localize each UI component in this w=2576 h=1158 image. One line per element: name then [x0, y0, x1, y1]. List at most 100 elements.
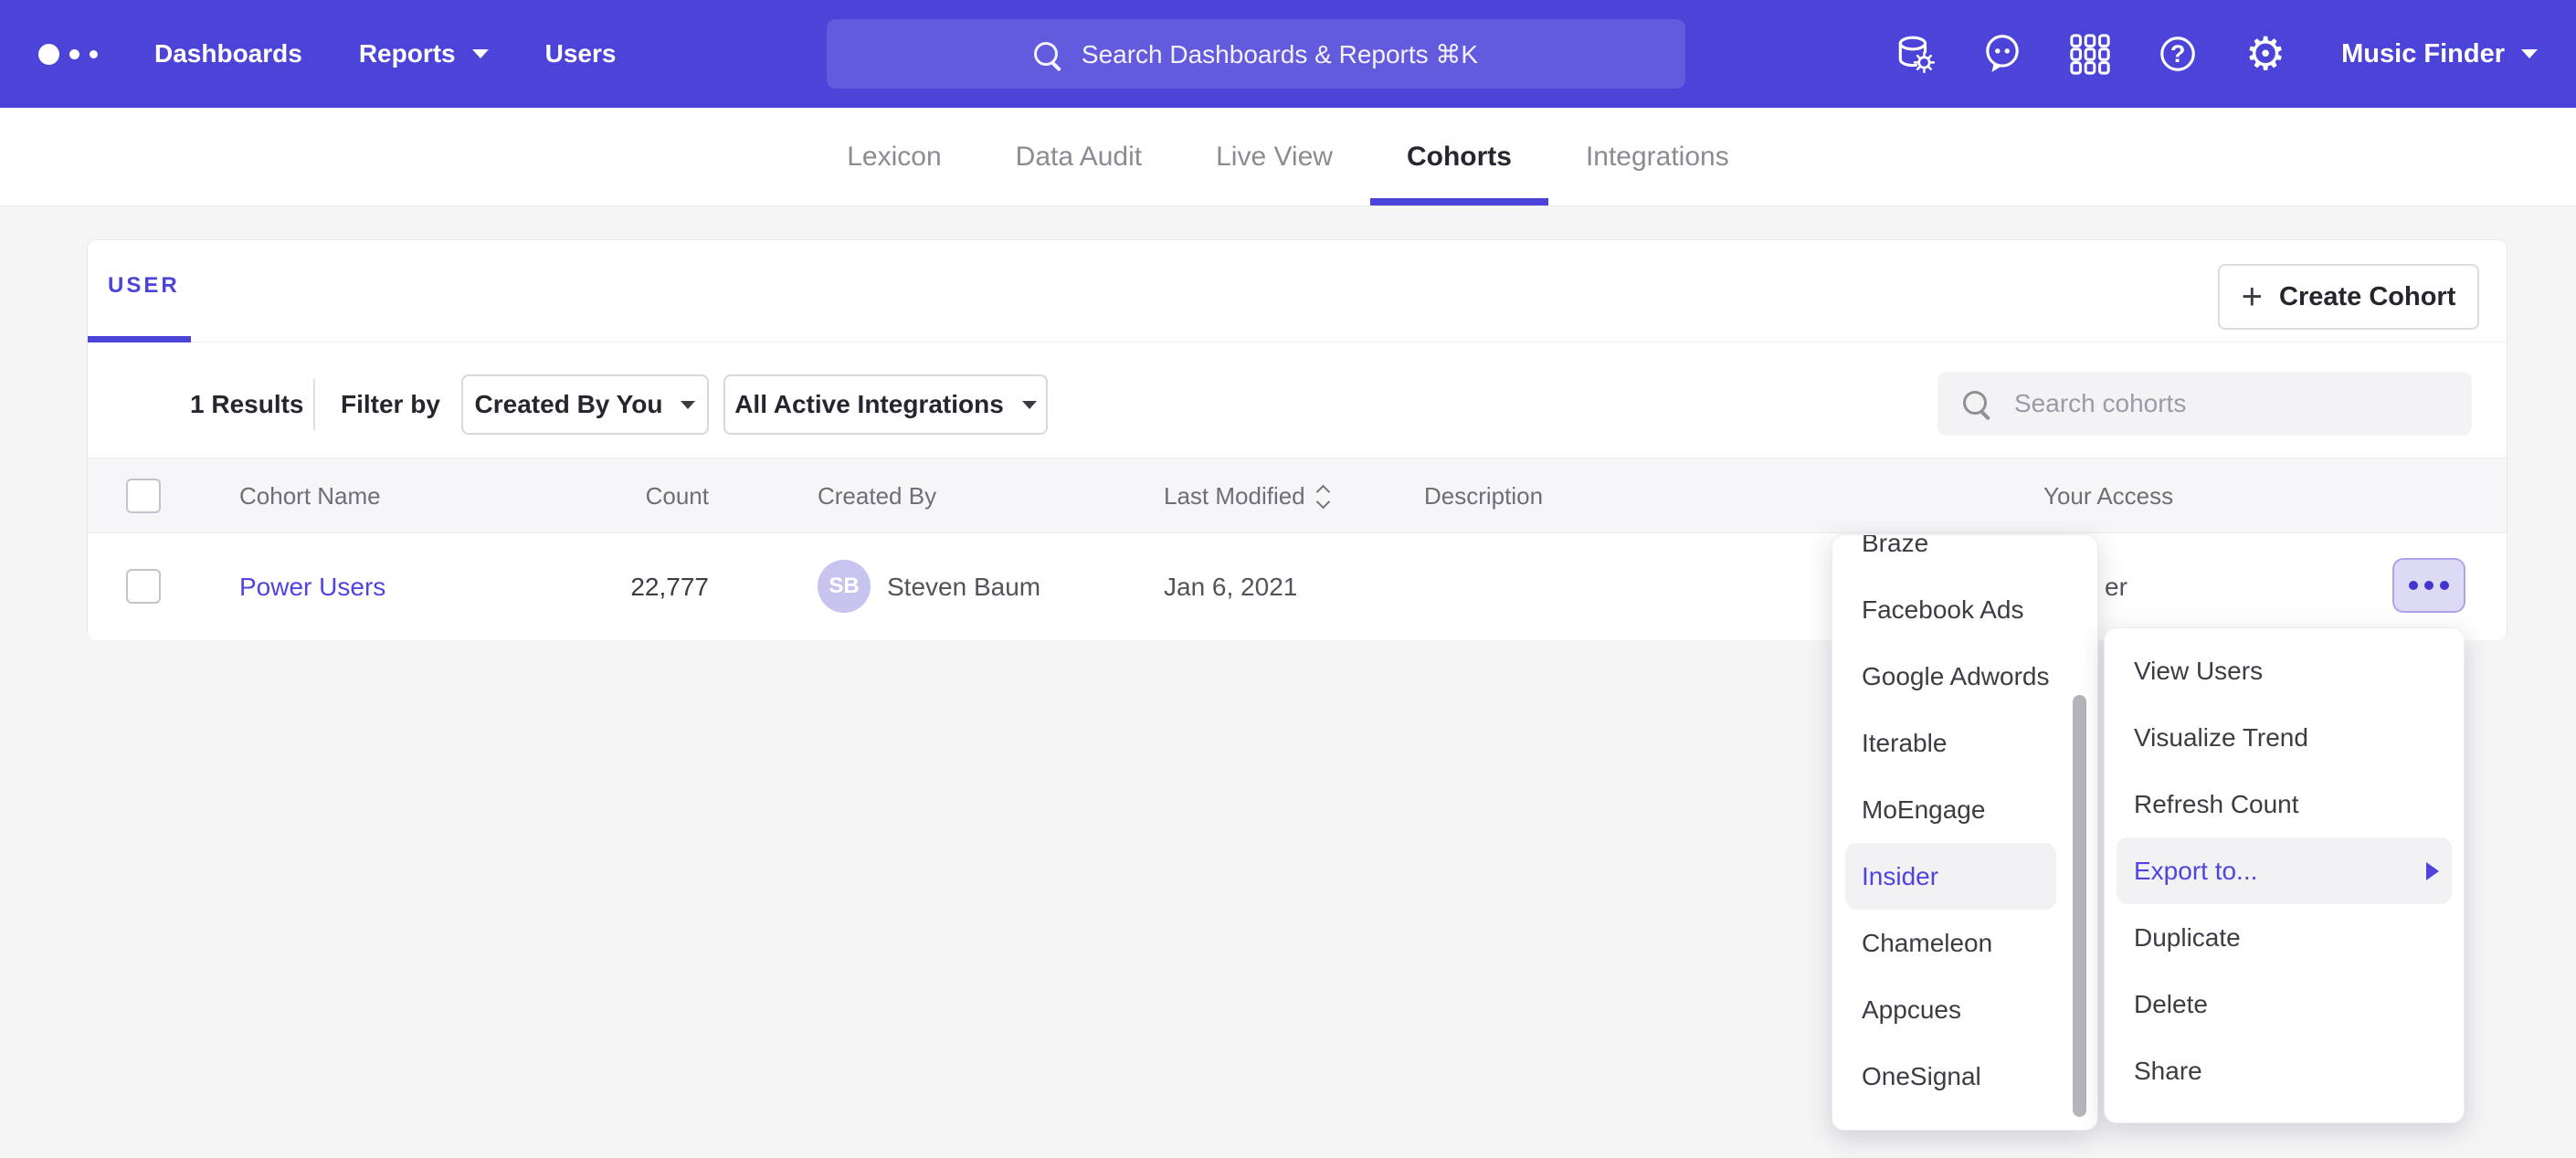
active-tab-underline [88, 336, 191, 342]
navbar-right-cluster: ? ⚙ Music Finder [1894, 0, 2538, 108]
nav-dashboards-label: Dashboards [154, 39, 302, 68]
cohort-count: 22,777 [544, 533, 709, 640]
create-cohort-label: Create Cohort [2279, 282, 2455, 312]
create-cohort-button[interactable]: + Create Cohort [2218, 264, 2479, 330]
row-context-menu: View Users Visualize Trend Refresh Count… [2104, 627, 2465, 1123]
avatar: SB [818, 560, 871, 613]
created-by-name: Steven Baum [887, 533, 1040, 640]
scrollbar-thumb[interactable] [2073, 695, 2086, 1117]
apps-grid-icon[interactable] [2069, 33, 2111, 75]
export-to-submenu: Braze Facebook Ads Google Adwords Iterab… [1832, 534, 2098, 1131]
search-icon [1034, 42, 1058, 66]
cohorts-page: Dashboards Reports Users Search Dashboar… [0, 0, 2576, 1158]
menu-item-chameleon[interactable]: Chameleon [1845, 910, 2056, 976]
menu-item-export-to-label: Export to... [2134, 837, 2257, 904]
menu-item-facebook-ads[interactable]: Facebook Ads [1845, 576, 2056, 643]
table-row: Power Users 22,777 SB Steven Baum Jan 6,… [88, 533, 2507, 640]
chevron-down-icon [681, 401, 695, 409]
dot-icon [2440, 581, 2449, 590]
column-description: Description [1424, 458, 1543, 534]
menu-item-share[interactable]: Share [2105, 1037, 2464, 1104]
gear-glyph: ⚙ [2245, 33, 2286, 75]
settings-gear-icon[interactable]: ⚙ [2244, 33, 2286, 75]
data-management-icon[interactable] [1894, 33, 1936, 75]
tab-lexicon-label: Lexicon [847, 142, 941, 173]
tab-live-view-label: Live View [1216, 142, 1333, 173]
help-icon[interactable]: ? [2157, 33, 2199, 75]
menu-item-iterable[interactable]: Iterable [1845, 710, 2056, 776]
chevron-down-icon [472, 49, 489, 58]
filter-created-by-label: Created By You [475, 390, 663, 419]
menu-item-onesignal[interactable]: OneSignal [1845, 1043, 2056, 1110]
tab-integrations[interactable]: Integrations [1586, 108, 1729, 205]
project-name: Music Finder [2341, 39, 2505, 69]
nav-dashboards[interactable]: Dashboards [154, 39, 302, 68]
tab-data-audit-label: Data Audit [1016, 142, 1142, 173]
menu-item-view-users[interactable]: View Users [2105, 637, 2464, 704]
cohort-search-input[interactable] [1937, 372, 2472, 436]
table-header: Cohort Name Count Created By Last Modifi… [88, 458, 2507, 533]
tab-cohorts-label: Cohorts [1407, 142, 1512, 173]
logo-dot-large [38, 44, 59, 65]
menu-item-moengage[interactable]: MoEngage [1845, 776, 2056, 843]
column-last-modified-label: Last Modified [1164, 458, 1305, 534]
filter-created-by[interactable]: Created By You [461, 374, 709, 435]
menu-item-appcues[interactable]: Appcues [1845, 976, 2056, 1043]
nav-users-label: Users [545, 39, 617, 68]
column-created-by: Created By [818, 458, 936, 534]
menu-item-duplicate[interactable]: Duplicate [2105, 904, 2464, 971]
column-your-access: Your Access [2043, 458, 2173, 534]
column-cohort-name: Cohort Name [239, 458, 381, 534]
tab-cohorts[interactable]: Cohorts [1407, 108, 1512, 205]
global-search-button[interactable]: Search Dashboards & Reports ⌘K [827, 19, 1685, 89]
menu-item-braze[interactable]: Braze [1845, 534, 2056, 576]
tab-user-cohorts[interactable]: USER [108, 273, 180, 299]
menu-item-refresh-count[interactable]: Refresh Count [2105, 771, 2464, 837]
menu-item-delete[interactable]: Delete [2105, 971, 2464, 1037]
row-more-actions-button[interactable] [2392, 558, 2465, 613]
sort-icon [1318, 487, 1328, 507]
chevron-down-icon [1022, 401, 1037, 409]
help-question-glyph: ? [2157, 33, 2199, 75]
results-count: 1 Results [190, 374, 304, 435]
submenu-arrow-icon [2426, 862, 2439, 880]
cohort-search [1937, 372, 2472, 436]
feedback-chat-icon[interactable] [1981, 33, 2023, 75]
brand-logo-icon[interactable] [38, 44, 98, 65]
menu-item-export-to[interactable]: Export to... [2117, 837, 2452, 904]
access-level-partial: er [2105, 533, 2127, 640]
last-modified-date: Jan 6, 2021 [1164, 533, 1297, 640]
export-list: Braze Facebook Ads Google Adwords Iterab… [1832, 534, 2097, 1110]
nav-reports[interactable]: Reports [359, 39, 489, 68]
chevron-down-icon [2521, 49, 2538, 58]
global-search-placeholder: Search Dashboards & Reports ⌘K [1082, 39, 1478, 69]
divider [313, 379, 315, 430]
filter-integrations-label: All Active Integrations [734, 390, 1004, 419]
section-tabs: Lexicon Data Audit Live View Cohorts Int… [0, 108, 2576, 206]
logo-dot-medium [69, 49, 79, 59]
select-all-checkbox[interactable] [126, 479, 161, 513]
cohorts-card: USER + Create Cohort 1 Results Filter by… [87, 239, 2507, 639]
cohort-type-tabs: USER + Create Cohort [88, 240, 2507, 342]
menu-item-insider[interactable]: Insider [1845, 843, 2056, 910]
filter-by-label: Filter by [341, 374, 440, 435]
column-last-modified[interactable]: Last Modified [1164, 458, 1328, 534]
plus-icon: + [2242, 279, 2263, 315]
dot-icon [2424, 581, 2433, 590]
column-count: Count [544, 458, 709, 534]
menu-item-visualize-trend[interactable]: Visualize Trend [2105, 704, 2464, 771]
dot-icon [2409, 581, 2418, 590]
filter-integrations[interactable]: All Active Integrations [723, 374, 1048, 435]
tab-data-audit[interactable]: Data Audit [1016, 108, 1142, 205]
menu-item-google-adwords[interactable]: Google Adwords [1845, 643, 2056, 710]
tab-lexicon[interactable]: Lexicon [847, 108, 941, 205]
tab-integrations-label: Integrations [1586, 142, 1729, 173]
nav-users[interactable]: Users [545, 39, 617, 68]
logo-dot-small [90, 50, 98, 58]
row-checkbox[interactable] [126, 569, 161, 604]
cohort-name-link[interactable]: Power Users [239, 533, 385, 640]
top-navbar: Dashboards Reports Users Search Dashboar… [0, 0, 2576, 108]
nav-reports-label: Reports [359, 39, 456, 68]
tab-live-view[interactable]: Live View [1216, 108, 1333, 205]
project-switcher[interactable]: Music Finder [2341, 39, 2538, 69]
